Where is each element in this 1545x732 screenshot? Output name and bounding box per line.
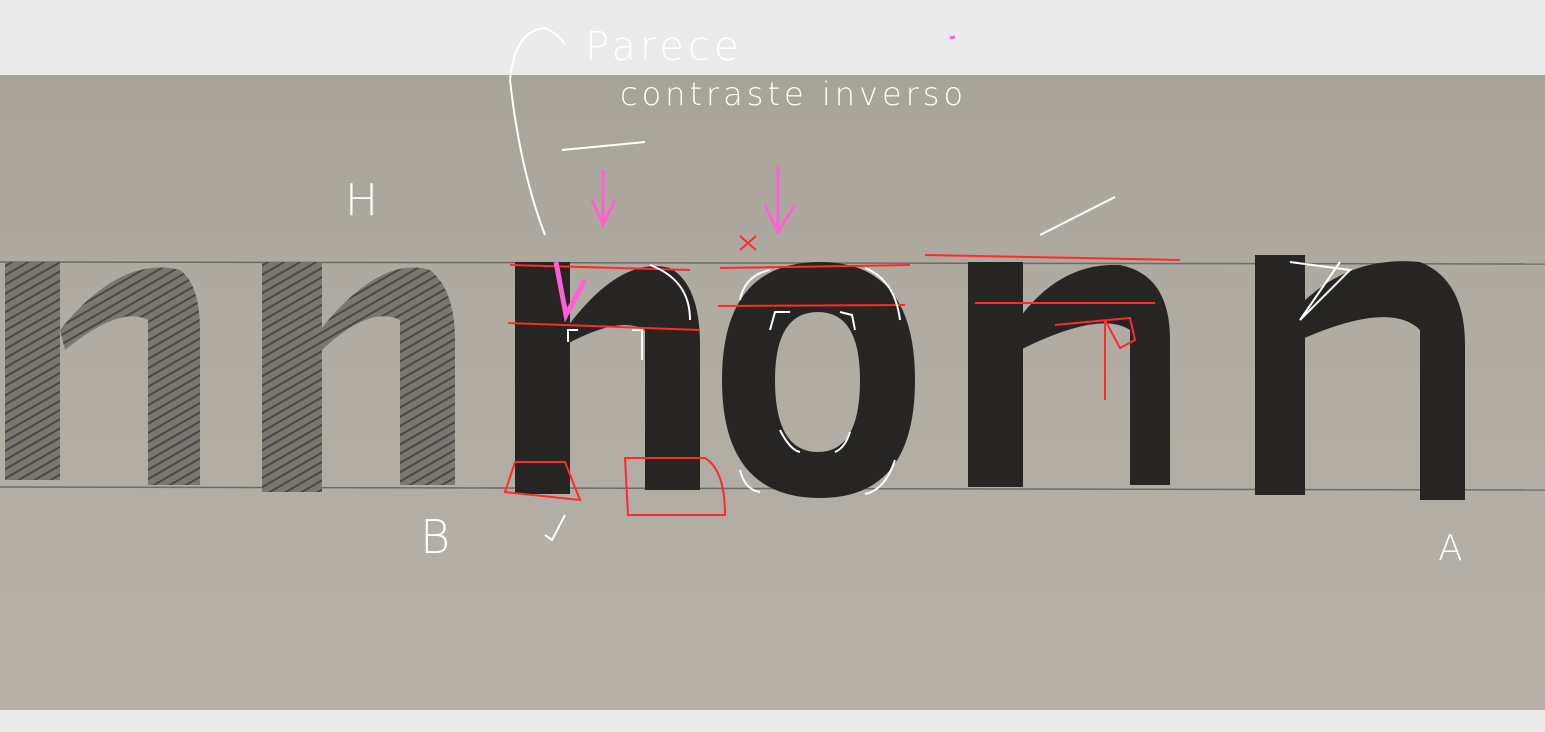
arrow-down-icon <box>763 165 797 236</box>
annotation-contraste-inverso: contraste inverso <box>620 75 968 113</box>
label-h: H <box>345 175 383 226</box>
letter-n-3 <box>1255 255 1305 495</box>
letter-o <box>722 262 915 498</box>
x-height-guide <box>0 261 1545 265</box>
arrow-down-icon <box>590 170 617 229</box>
letter-n-2 <box>968 262 1023 487</box>
hatched-letters <box>5 262 455 492</box>
annotation-parece: Parece <box>585 24 743 70</box>
label-a: A <box>1438 528 1467 569</box>
dark-letters <box>515 255 1465 500</box>
label-b: B <box>420 510 455 564</box>
